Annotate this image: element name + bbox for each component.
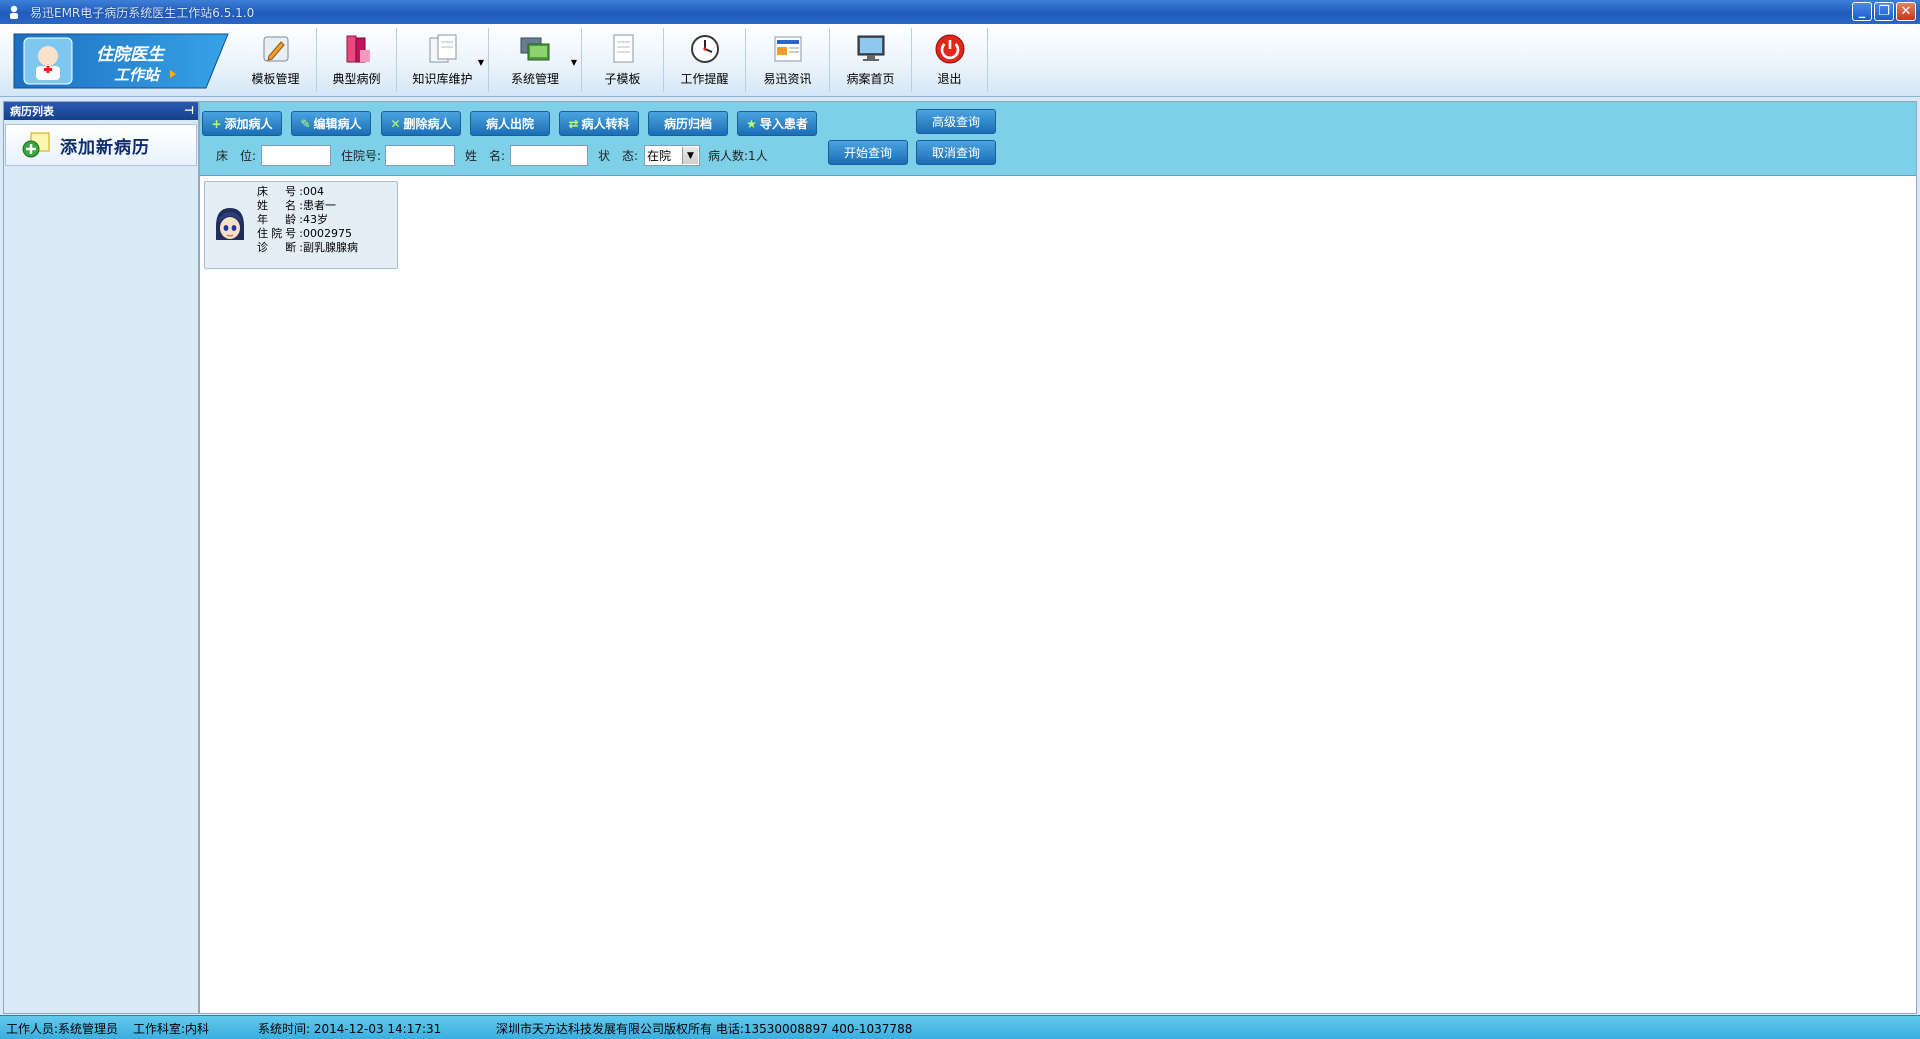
restore-button[interactable]: ❐ (1874, 2, 1894, 21)
patient-diagnosis: 副乳腺腺病 (303, 241, 358, 254)
query-bar: + 添加病人 ✎ 编辑病人 ✕ 删除病人 病人出院 ⇄ 病人转科 病历归档 ★ 导入患者 … (200, 102, 1916, 176)
transfer-icon: ⇄ (568, 116, 579, 131)
start-query-button[interactable]: 开始查询 (828, 140, 908, 165)
patient-admission-no: 0002975 (303, 227, 352, 240)
minimize-icon: _ (1858, 4, 1866, 19)
name-label: 姓 名: (465, 149, 506, 163)
edit-icon: ✎ (300, 116, 311, 131)
transfer-patient-button[interactable]: ⇄ 病人转科 (559, 111, 639, 136)
delete-icon: ✕ (390, 116, 401, 131)
computer-icon (857, 35, 884, 61)
title-bar: 易迅EMR电子病历系统医生工作站6.5.1.0 _ ❐ ✕ (0, 0, 1920, 24)
monitors-icon (520, 37, 550, 61)
dropdown-arrow-icon[interactable]: ▼ (478, 58, 484, 67)
patient-info: 床 号: 004 姓 名: 患者一 年 龄: 43岁 住院号: 0002975 诊 断:… (257, 185, 358, 254)
close-button[interactable]: ✕ (1896, 2, 1916, 21)
bed-input[interactable] (261, 145, 331, 166)
minimize-button[interactable]: _ (1852, 2, 1872, 21)
star-icon: ★ (746, 116, 757, 131)
clock-icon (690, 35, 719, 63)
logo-line2: 工作站 (114, 66, 162, 84)
toolbar-sub-template[interactable]: 子模板 (582, 28, 664, 92)
add-patient-button[interactable]: + 添加病人 (202, 111, 282, 136)
status-label: 状 态: (598, 149, 639, 163)
status-bar: 工作人员:系统管理员 工作科室:内科 系统时间: 2014-12-03 14:1… (0, 1015, 1920, 1039)
archive-record-button[interactable]: 病历归档 (648, 111, 728, 136)
restore-icon: ❐ (1878, 4, 1890, 19)
edit-template-icon (263, 36, 288, 62)
status-department: 工作科室:内科 (133, 1022, 210, 1036)
document-icon (613, 34, 633, 63)
patient-card[interactable]: 床 号: 004 姓 名: 患者一 年 龄: 43岁 住院号: 0002975 诊 断:… (204, 181, 398, 269)
toolbar-news[interactable]: 易迅资讯 (746, 28, 830, 92)
status-copyright: 深圳市天方达科技发展有限公司版权所有 电话:13530008897 400-10… (496, 1022, 913, 1036)
status-select[interactable]: 在院 ▼ (644, 145, 700, 166)
app-icon (10, 5, 18, 19)
toolbar-system-management[interactable]: 系统管理 ▼ (489, 28, 582, 92)
documents-icon (429, 34, 456, 63)
close-icon: ✕ (1900, 4, 1912, 19)
edit-patient-button[interactable]: ✎ 编辑病人 (291, 111, 371, 136)
advanced-query-button[interactable]: 高级查询 (916, 109, 996, 134)
record-list-panel: 病历列表 ⊣ 添加新病历 (3, 101, 199, 1014)
toolbar-medical-record-home[interactable]: 病案首页 (830, 28, 912, 92)
toolbar-typical-cases[interactable]: 典型病例 (317, 28, 397, 92)
logo-line1: 住院医生 (96, 45, 166, 65)
toolbar-template-management[interactable]: 模板管理 (235, 28, 317, 92)
patient-name: 患者一 (303, 199, 336, 212)
news-icon (774, 36, 801, 62)
plus-icon: + (211, 116, 222, 131)
add-new-record-label: 添加新病历 (60, 137, 150, 158)
admission-no-input[interactable] (385, 145, 455, 166)
patient-panel: + 添加病人 ✎ 编辑病人 ✕ 删除病人 病人出院 ⇄ 病人转科 病历归档 ★ 导入患者 … (199, 101, 1917, 1014)
record-list-header: 病历列表 ⊣ (4, 102, 198, 120)
add-new-record-button[interactable]: 添加新病历 (5, 124, 197, 166)
discharge-patient-button[interactable]: 病人出院 (470, 111, 550, 136)
record-list-title: 病历列表 (10, 105, 54, 118)
patient-avatar (216, 208, 244, 240)
toolbar-exit[interactable]: 退出 (912, 28, 988, 92)
pin-icon[interactable]: ⊣ (184, 104, 194, 117)
patient-bed: 004 (303, 185, 324, 198)
patient-age: 43岁 (303, 213, 328, 226)
toolbar-knowledge-base[interactable]: 知识库维护 ▼ (397, 28, 489, 92)
admission-no-label: 住院号: (341, 149, 382, 163)
chevron-down-icon[interactable]: ▼ (682, 147, 698, 164)
main-toolbar: 住院医生 工作站 模板管理 典型病例 知识库维护 ▼ 系统管理 ▼ 子模板 工作… (0, 24, 1920, 97)
status-time: 系统时间: 2014-12-03 14:17:31 (258, 1022, 442, 1036)
status-staff: 工作人员:系统管理员 (6, 1022, 119, 1036)
window-title: 易迅EMR电子病历系统医生工作站6.5.1.0 (30, 5, 255, 20)
dropdown-arrow-icon[interactable]: ▼ (571, 58, 577, 67)
power-icon (935, 34, 964, 64)
cancel-query-button[interactable]: 取消查询 (916, 140, 996, 165)
bed-label: 床 位: (216, 149, 257, 163)
add-record-icon (22, 132, 50, 158)
logo: 住院医生 工作站 (13, 33, 229, 89)
name-input[interactable] (510, 145, 588, 166)
patient-count: 病人数:1人 (708, 149, 768, 163)
books-icon (346, 35, 370, 63)
delete-patient-button[interactable]: ✕ 删除病人 (381, 111, 461, 136)
toolbar-work-reminder[interactable]: 工作提醒 (664, 28, 746, 92)
import-patient-button[interactable]: ★ 导入患者 (737, 111, 817, 136)
